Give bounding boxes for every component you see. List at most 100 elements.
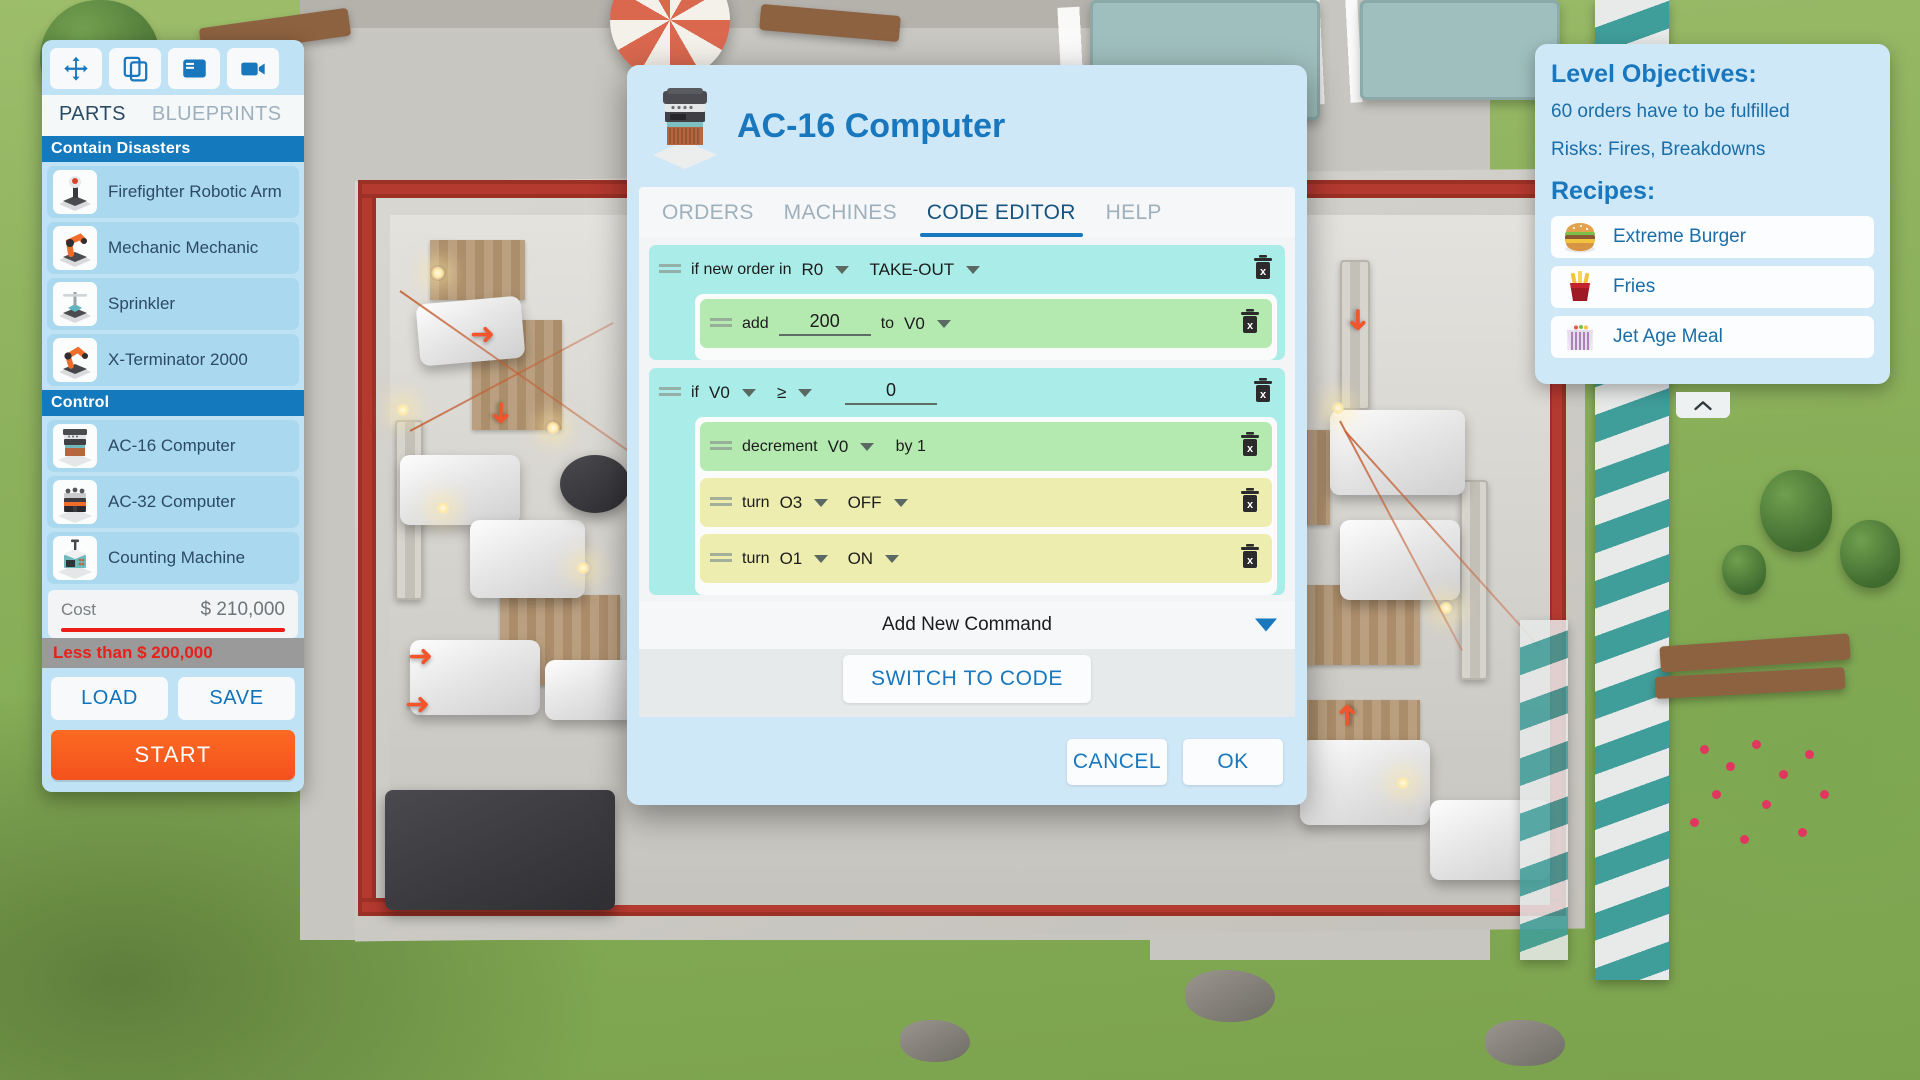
recipe-item-jet-age-meal[interactable]: Jet Age Meal — [1551, 316, 1874, 358]
ok-button[interactable]: OK — [1183, 739, 1283, 785]
part-label: Mechanic Mechanic — [108, 238, 259, 257]
delete-block-button[interactable]: x — [1238, 487, 1262, 518]
move-tool-button[interactable] — [50, 48, 102, 89]
dropdown-3[interactable]: V0 — [904, 314, 962, 334]
machine — [545, 660, 635, 720]
load-button[interactable]: LOAD — [51, 677, 168, 720]
mechanic-arm-icon — [53, 226, 97, 270]
flower — [1820, 790, 1829, 799]
move-icon — [64, 56, 88, 81]
save-button[interactable]: SAVE — [178, 677, 295, 720]
drag-handle-icon[interactable] — [659, 263, 681, 276]
flower — [1779, 770, 1788, 779]
flower — [1740, 835, 1749, 844]
dropdown-2[interactable]: OFF — [848, 493, 908, 513]
dropdown-1[interactable]: O1 — [780, 549, 838, 569]
objectives-collapse-button[interactable] — [1676, 392, 1730, 418]
objectives-risks: Risks: Fires, Breakdowns — [1551, 139, 1766, 160]
recipe-label: Jet Age Meal — [1613, 326, 1723, 347]
tab-parts[interactable]: PARTS — [46, 95, 139, 136]
recipe-item-extreme-burger[interactable]: Extreme Burger — [1551, 216, 1874, 258]
light-glow — [1330, 400, 1346, 416]
svg-text:x: x — [1260, 266, 1267, 278]
drag-handle-icon[interactable] — [710, 496, 732, 509]
tab-code-editor[interactable]: CODE EDITOR — [912, 187, 1091, 237]
drag-handle-icon[interactable] — [710, 440, 732, 453]
tab-help[interactable]: HELP — [1091, 187, 1177, 237]
part-item-firefighter-robotic-arm[interactable]: Firefighter Robotic Arm — [47, 166, 299, 218]
light-glow — [435, 500, 451, 516]
delete-block-button[interactable]: x — [1251, 254, 1275, 285]
add-new-command-label: Add New Command — [881, 614, 1053, 635]
recipe-item-fries[interactable]: Fries — [1551, 266, 1874, 308]
machine — [1330, 410, 1465, 495]
dialog-header: AC-16 Computer — [627, 65, 1307, 179]
drag-handle-icon[interactable] — [659, 386, 681, 399]
part-item-mechanic-mechanic[interactable]: Mechanic Mechanic — [47, 222, 299, 274]
start-button[interactable]: START — [51, 730, 295, 780]
code-block-action[interactable]: turn O1 ON x — [700, 534, 1272, 583]
panel-tool-button[interactable] — [168, 48, 220, 89]
command-keyword: decrement — [742, 437, 818, 455]
code-block-if[interactable]: if new order in R0 TAKE-OUT x add 200 to V0 x — [649, 245, 1285, 360]
dropdown-value: V0 — [709, 382, 730, 402]
code-block-action[interactable]: decrement V0 by 1 x — [700, 422, 1272, 471]
dropdown-1[interactable]: V0 — [828, 437, 886, 457]
code-block-row: decrement V0 by 1 x — [700, 422, 1272, 471]
delete-block-button[interactable]: x — [1251, 377, 1275, 408]
number-input[interactable]: 0 — [845, 380, 937, 405]
tab-orders[interactable]: ORDERS — [647, 187, 769, 237]
drag-handle-icon[interactable] — [710, 317, 732, 330]
machine — [470, 520, 585, 598]
part-item-ac-16-computer[interactable]: AC-16 Computer — [47, 420, 299, 472]
delete-icon: x — [1241, 309, 1259, 333]
delete-block-button[interactable]: x — [1238, 308, 1262, 339]
parts-sidebar: PARTS BLUEPRINTS Contain Disasters Firef… — [42, 40, 304, 792]
machine-dark — [385, 790, 615, 910]
flow-arrow: ➜ — [1330, 702, 1364, 728]
delete-block-button[interactable]: x — [1238, 543, 1262, 574]
tree — [1840, 520, 1900, 588]
dropdown-2[interactable]: ON — [848, 549, 906, 569]
part-item-sprinkler[interactable]: Sprinkler — [47, 278, 299, 330]
code-block-action[interactable]: turn O3 OFF x — [700, 478, 1272, 527]
dropdown-2[interactable]: ≥ — [777, 383, 835, 403]
dropdown-1[interactable]: R0 — [802, 260, 860, 280]
flower — [1798, 828, 1807, 837]
delete-block-button[interactable]: x — [1238, 431, 1262, 462]
fries-icon — [1561, 269, 1599, 305]
light-glow — [545, 420, 561, 436]
budget-warning: Less than $ 200,000 — [42, 638, 304, 668]
rock — [1485, 1020, 1565, 1066]
delete-icon: x — [1254, 378, 1272, 402]
delete-icon: x — [1241, 432, 1259, 456]
part-item-x-terminator-2000[interactable]: X-Terminator 2000 — [47, 334, 299, 386]
cost-box: Cost $ 210,000 — [48, 590, 298, 638]
drag-handle-icon[interactable] — [710, 552, 732, 565]
switch-to-code-button[interactable]: SWITCH TO CODE — [843, 655, 1091, 703]
code-block-list[interactable]: if new order in R0 TAKE-OUT x add 200 to V0 x if V… — [639, 237, 1295, 601]
dropdown-1[interactable]: O3 — [780, 493, 838, 513]
svg-text:x: x — [1260, 389, 1267, 401]
tab-blueprints[interactable]: BLUEPRINTS — [139, 95, 295, 136]
chevron-down-icon — [814, 554, 829, 563]
category-header-contain-disasters: Contain Disasters — [42, 136, 304, 162]
cancel-button[interactable]: CANCEL — [1067, 739, 1167, 785]
add-new-command-dropdown[interactable]: Add New Command — [639, 601, 1295, 649]
cost-value: $ 210,000 — [200, 599, 285, 620]
code-block-action[interactable]: add 200 to V0 x — [700, 299, 1272, 348]
part-item-ac-32-computer[interactable]: AC-32 Computer — [47, 476, 299, 528]
dropdown-1[interactable]: V0 — [709, 383, 767, 403]
code-block-if[interactable]: if V0 ≥0 x decrement V0 by 1 x turn O3 OFF x turn O1 O… — [649, 368, 1285, 595]
code-block-row: add 200 to V0 x — [700, 299, 1272, 348]
machine-dark — [560, 455, 630, 513]
tab-machines[interactable]: MACHINES — [769, 187, 912, 237]
flow-arrow: ➜ — [470, 318, 496, 351]
number-input[interactable]: 200 — [778, 311, 871, 336]
part-item-counting-machine[interactable]: Counting Machine — [47, 532, 299, 584]
factory-wall-west — [358, 180, 376, 915]
sprinkler-icon — [53, 282, 97, 326]
dropdown-2[interactable]: TAKE-OUT — [870, 260, 981, 280]
camera-tool-button[interactable] — [227, 48, 279, 89]
copy-tool-button[interactable] — [109, 48, 161, 89]
